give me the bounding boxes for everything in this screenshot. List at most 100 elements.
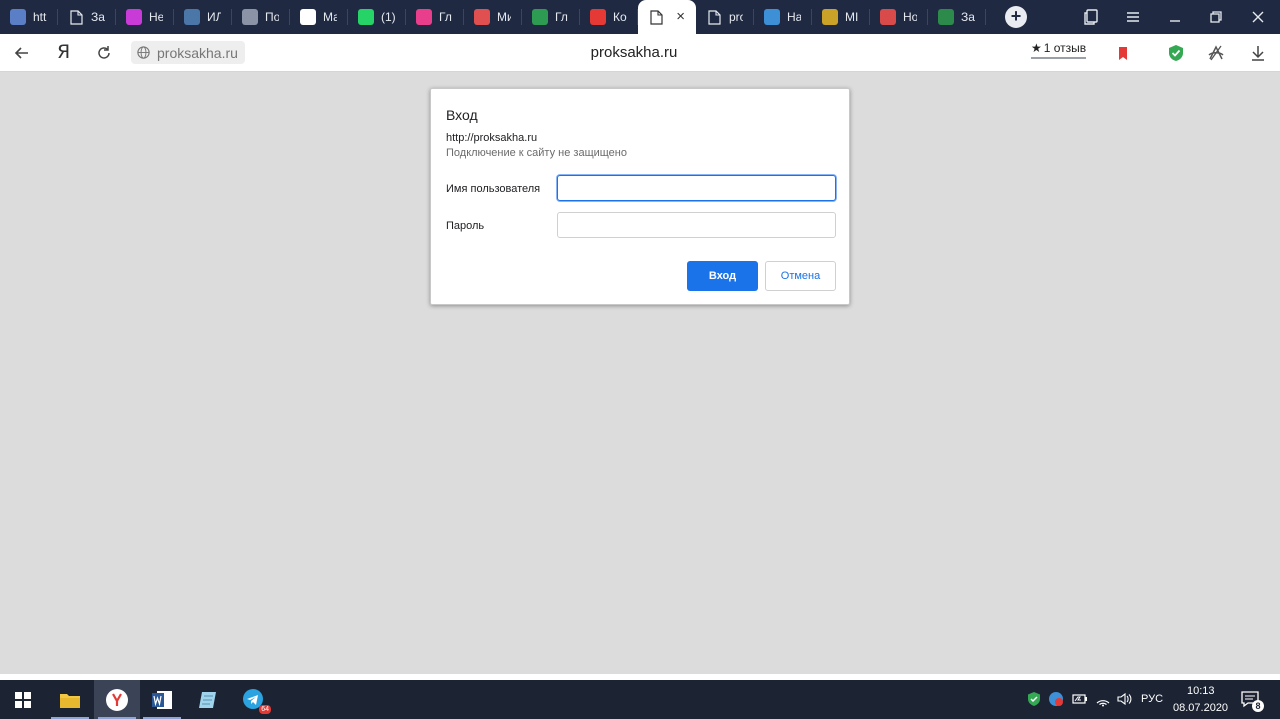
bank-icon — [242, 9, 258, 25]
tab[interactable]: ИЛ — [174, 0, 232, 34]
reviews-link[interactable]: ★ 1 отзыв — [1031, 41, 1087, 59]
tab[interactable]: (1) — [348, 0, 406, 34]
mk-icon — [300, 9, 316, 25]
dialog-title: Вход — [446, 107, 478, 123]
tab-active[interactable]: × — [638, 0, 696, 34]
dialog-site-url: http://proksakha.ru — [446, 132, 538, 144]
adblock-icon[interactable] — [1206, 43, 1226, 63]
tab-title: МІ — [845, 10, 859, 24]
tab[interactable]: htt — [0, 0, 58, 34]
taskbar-explorer[interactable] — [47, 680, 93, 719]
notepad-icon — [199, 691, 216, 708]
downloads-icon[interactable] — [1248, 43, 1268, 63]
page-content: Вход http://proksakha.ru Подключение к с… — [0, 72, 1280, 674]
battery-icon[interactable] — [1072, 691, 1088, 707]
password-label: Пароль — [446, 220, 485, 232]
green-logo-icon — [938, 9, 954, 25]
volume-icon[interactable] — [1116, 691, 1132, 707]
tab-title: Ми — [497, 10, 511, 24]
wifi-icon[interactable] — [1095, 691, 1111, 707]
tab[interactable]: Гл — [406, 0, 464, 34]
tab[interactable]: Ми — [464, 0, 522, 34]
folder-icon — [60, 693, 80, 708]
telegram-unread-badge: 64 — [259, 705, 271, 714]
reviews-label: 1 отзыв — [1043, 41, 1087, 55]
tab[interactable]: pro — [696, 0, 754, 34]
notification-count-badge: 8 — [1252, 700, 1264, 712]
word-icon — [152, 690, 172, 709]
colorful-flower-icon — [126, 9, 142, 25]
new-tab-button[interactable]: + — [1005, 6, 1027, 28]
tab-title: По — [265, 10, 279, 24]
tab-title: Не — [149, 10, 163, 24]
whatsapp-icon — [358, 9, 374, 25]
menu-icon[interactable] — [1124, 8, 1142, 26]
tab-list: htt За Не ИЛ По Ма (1) Гл Ми Гл Ко × pro На МІ Но За — [0, 0, 986, 34]
taskbar-telegram[interactable]: 64 — [231, 680, 277, 719]
password-field[interactable] — [557, 212, 836, 238]
windows-icon — [15, 691, 31, 708]
document-icon — [648, 9, 664, 25]
red-shield-icon — [590, 9, 606, 25]
tab-title: На — [787, 10, 801, 24]
yandex-tray-icon[interactable] — [1048, 691, 1064, 707]
vk-icon — [184, 9, 200, 25]
clock-time[interactable]: 10:13 — [1187, 685, 1215, 697]
tab-title: htt — [33, 10, 47, 24]
tab-title: ИЛ — [207, 10, 221, 24]
tab[interactable]: На — [754, 0, 812, 34]
document-icon — [68, 9, 84, 25]
restore-icon[interactable] — [1207, 8, 1225, 26]
tab[interactable]: Ма — [290, 0, 348, 34]
yandex-browser-icon — [106, 688, 128, 711]
clock-date[interactable]: 08.07.2020 — [1173, 702, 1228, 714]
tab-title: Но — [903, 10, 917, 24]
tab[interactable]: МІ — [812, 0, 870, 34]
cancel-button[interactable]: Отмена — [765, 261, 836, 291]
username-field[interactable] — [557, 175, 836, 201]
tab-title: pro — [729, 10, 743, 24]
close-tab-icon[interactable]: × — [676, 8, 685, 25]
tabs-overview-icon[interactable] — [1083, 8, 1101, 26]
input-language[interactable]: РУС — [1141, 693, 1163, 705]
close-window-icon[interactable] — [1249, 8, 1267, 26]
start-button[interactable] — [0, 680, 46, 719]
tab[interactable]: По — [232, 0, 290, 34]
username-label: Имя пользователя — [446, 183, 541, 195]
taskbar-notes-app[interactable] — [185, 680, 231, 719]
star-icon: ★ — [1031, 41, 1042, 55]
pink-sun-icon — [416, 9, 432, 25]
tab[interactable]: Не — [116, 0, 174, 34]
taskbar-yandex-browser[interactable] — [94, 680, 140, 719]
tab[interactable]: Но — [870, 0, 928, 34]
browser-toolbar: Я proksakha.ru proksakha.ru ★ 1 отзыв — [0, 34, 1280, 72]
tab[interactable]: Ко — [580, 0, 638, 34]
bookmark-icon[interactable] — [1113, 43, 1133, 63]
tab-title: Гл — [555, 10, 568, 24]
taskbar: 64 РУС 10:13 08.07.2020 8 — [0, 680, 1280, 719]
tab-title: (1) — [381, 10, 395, 24]
tab[interactable]: За — [58, 0, 116, 34]
tab-title: Ма — [323, 10, 337, 24]
document-icon — [706, 9, 722, 25]
tab-title: За — [961, 10, 975, 24]
security-shield-icon[interactable] — [1026, 691, 1042, 707]
green-stripes-icon — [532, 9, 548, 25]
tab-strip: htt За Не ИЛ По Ма (1) Гл Ми Гл Ко × pro На МІ Но За + — [0, 0, 1280, 34]
protect-shield-icon[interactable] — [1166, 43, 1186, 63]
taskbar-word[interactable] — [139, 680, 185, 719]
tab[interactable]: Гл — [522, 0, 580, 34]
gold-emblem-icon — [822, 9, 838, 25]
red-circle-icon — [474, 9, 490, 25]
tab-title: За — [91, 10, 105, 24]
tab-title: Ко — [613, 10, 627, 24]
news-icon — [880, 9, 896, 25]
login-button[interactable]: Вход — [687, 261, 758, 291]
insecure-connection-warning: Подключение к сайту не защищено — [446, 147, 627, 159]
minimize-icon[interactable] — [1166, 8, 1184, 26]
auth-dialog: Вход http://proksakha.ru Подключение к с… — [430, 88, 850, 305]
snowflake-icon — [764, 9, 780, 25]
tab[interactable]: За — [928, 0, 986, 34]
blue-grid-icon — [10, 9, 26, 25]
tab-title: Гл — [439, 10, 452, 24]
